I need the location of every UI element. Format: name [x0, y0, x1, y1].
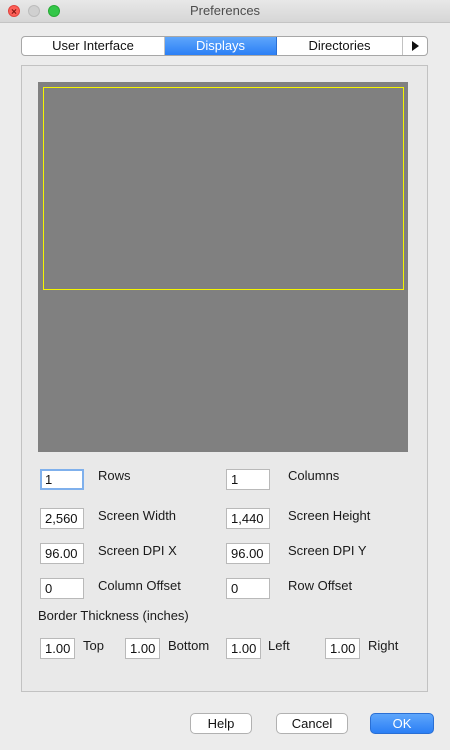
screen-height-label: Screen Height: [288, 508, 371, 523]
ok-button[interactable]: OK: [370, 713, 434, 734]
help-button[interactable]: Help: [190, 713, 252, 734]
rows-input[interactable]: [40, 469, 84, 490]
border-bottom-label: Bottom: [168, 638, 210, 653]
preferences-window: Preferences User Interface Displays Dire…: [0, 0, 450, 750]
columns-label: Columns: [288, 468, 340, 483]
screen-dpi-y-input[interactable]: [226, 543, 270, 564]
screen-dpi-y-label: Screen DPI Y: [288, 543, 367, 558]
border-bottom-input[interactable]: [125, 638, 160, 659]
tab-scroll-right-button[interactable]: [403, 37, 427, 55]
row-offset-label: Row Offset: [288, 578, 353, 593]
rows-label: Rows: [98, 468, 131, 483]
tab-user-interface[interactable]: User Interface: [22, 37, 165, 55]
column-offset-label: Column Offset: [98, 578, 181, 593]
columns-input[interactable]: [226, 469, 270, 490]
column-offset-input[interactable]: [40, 578, 84, 599]
title-bar: Preferences: [0, 0, 450, 23]
border-thickness-heading: Border Thickness (inches): [38, 608, 189, 623]
border-top-label: Top: [83, 638, 104, 653]
border-right-input[interactable]: [325, 638, 360, 659]
tab-displays[interactable]: Displays: [165, 37, 277, 55]
tab-directories[interactable]: Directories: [277, 37, 403, 55]
screen-width-input[interactable]: [40, 508, 84, 529]
screen-outline: [43, 87, 404, 290]
screen-width-label: Screen Width: [98, 508, 177, 523]
tab-bar: User Interface Displays Directories: [21, 36, 428, 56]
screen-dpi-x-input[interactable]: [40, 543, 84, 564]
screen-height-input[interactable]: [226, 508, 270, 529]
triangle-right-icon: [411, 41, 419, 52]
row-offset-input[interactable]: [226, 578, 270, 599]
border-left-label: Left: [268, 638, 290, 653]
cancel-button[interactable]: Cancel: [276, 713, 348, 734]
window-title: Preferences: [189, 3, 261, 18]
border-top-input[interactable]: [40, 638, 75, 659]
screen-dpi-x-label: Screen DPI X: [98, 543, 177, 558]
border-right-label: Right: [368, 638, 399, 653]
border-left-input[interactable]: [226, 638, 261, 659]
